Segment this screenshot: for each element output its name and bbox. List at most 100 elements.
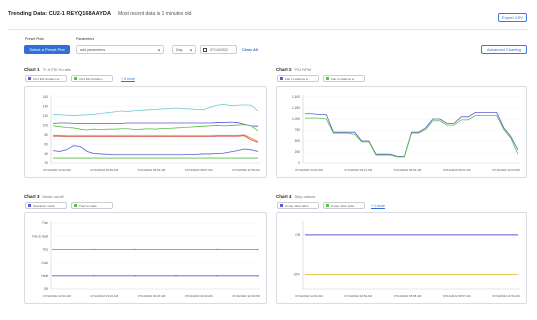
series-point — [134, 275, 136, 277]
export-csv-button[interactable]: Export CSV — [498, 13, 527, 22]
x-tick-label: 07/14/2022 06:20 AM — [138, 294, 166, 298]
y-tick-label: Heat — [41, 274, 48, 278]
series-swatch — [326, 204, 329, 207]
x-tick-label: 07/14/2022 03:10 AM — [91, 294, 119, 298]
y-tick-label: 100 — [43, 123, 49, 127]
series-point — [134, 248, 136, 251]
x-tick-label: 07/14/2022 03:01 AM — [345, 168, 373, 172]
chart3-plot: Fan Fan & heat Dry Cool Heat Off 07/14/2022 12… — [32, 221, 260, 298]
select-preset-plot-button[interactable]: Select a Preset Plot — [24, 45, 70, 54]
preset-plots-label: Preset Plots — [25, 37, 44, 41]
y-tick-label: 750 — [295, 128, 301, 132]
chart3-panel: Fan Fan & heat Dry Cool Heat Off 07/14/2022 12… — [24, 212, 267, 304]
series-point — [93, 275, 95, 277]
chip-label: Fan 1 rotations a... — [285, 76, 311, 81]
chart4-title: Chart 4 Step values — [276, 194, 315, 199]
range-select[interactable]: Day ▾ — [172, 45, 196, 54]
y-tick-label: 160 — [43, 95, 49, 99]
series-point — [175, 275, 177, 277]
y-tick-label: 20 — [44, 161, 48, 165]
chart1-series-chip-2[interactable]: CU2 kW Outdoor... — [71, 75, 113, 82]
series-point — [257, 275, 259, 277]
series-point — [52, 248, 54, 251]
chart3-series-chip-1[interactable]: Operation mode — [25, 202, 67, 209]
series-line — [52, 124, 259, 132]
y-tick-label: 40 — [44, 152, 48, 156]
chart3-series-chip-2[interactable]: Thermo state — [71, 202, 113, 209]
chart4-series-chip-2[interactable]: Unrep valve subc... — [323, 202, 365, 209]
parameters-label: Parameters — [76, 37, 95, 41]
x-tick-label: 07/14/2022 12:40 PM — [232, 294, 260, 298]
range-value: Day — [176, 47, 183, 52]
series-swatch — [28, 77, 31, 80]
x-tick-label: 07/14/2022 08:57 AM — [185, 168, 213, 172]
y-tick-label: Off — [44, 287, 48, 291]
chart2-name: Chart 2 — [276, 67, 292, 72]
chart4-series-chip-1[interactable]: Unrep valve HP/L... — [277, 202, 319, 209]
y-tick-label: OFF — [294, 273, 300, 277]
y-tick-label: Fan & heat — [32, 234, 48, 238]
y-tick-label: 500 — [295, 139, 301, 143]
x-tick-label: 07/14/2022 06:02 AM — [394, 168, 422, 172]
series-point — [216, 248, 218, 251]
x-tick-label: 07/14/2022 08:57 AM — [443, 294, 471, 298]
x-tick-label: 07/14/2022 05:59 AM — [138, 168, 166, 172]
series-swatch — [74, 204, 77, 207]
chart1-more-series-link[interactable]: + 5 more — [121, 77, 135, 81]
y-tick-label: ON — [295, 233, 300, 237]
chart3-units: Mode on/off — [42, 194, 64, 199]
series-point — [93, 248, 95, 251]
series-point — [175, 248, 177, 251]
date-picker[interactable]: 07/14/2022 — [200, 45, 237, 54]
x-tick-label: 07/14/2022 02:59 AM — [345, 294, 373, 298]
parameters-select[interactable]: add parameters ▾ — [76, 45, 164, 54]
x-tick-label: 07/14/2022 02:59 AM — [91, 168, 119, 172]
chart2-series-chip-1[interactable]: Fan 1 rotations a... — [277, 75, 319, 82]
chevron-down-icon: ▾ — [157, 47, 160, 52]
page-title: Trending Data: CU2-1 REYQ168AAYDA — [8, 11, 111, 17]
chart1-title: Chart 1 °F A PSI % ratio — [24, 67, 71, 72]
chart2-title: Chart 2 PSI RPM — [276, 67, 311, 72]
x-tick-label: 07/14/2022 11:56 AM — [232, 168, 260, 172]
page-title-row: Trending Data: CU2-1 REYQ168AAYDA Most r… — [8, 9, 191, 19]
y-tick-label: 140 — [43, 105, 49, 109]
chart2-plot: 1,500 1,250 1,000 750 500 250 0 07/14/2022 12:0… — [292, 95, 520, 172]
chart4-panel: ON OFF 07/14/2022 12:00 AM 07/14/2022 02:59… — [276, 212, 527, 304]
chart1-units: °F A PSI % ratio — [42, 67, 72, 72]
y-tick-label: Dry — [43, 248, 48, 252]
y-tick-label: 250 — [295, 150, 301, 154]
series-line — [53, 135, 259, 143]
chart1-series-chip-1[interactable]: CU1 kW Outdoor te... — [25, 75, 67, 82]
x-tick-label: 07/14/2022 12:00 AM — [295, 168, 323, 172]
chart1-name: Chart 1 — [24, 67, 40, 72]
x-tick-label: 07/14/2022 05:58 AM — [394, 294, 422, 298]
chip-label: Fan 2 rotations a... — [331, 76, 357, 81]
series-swatch — [280, 77, 283, 80]
calendar-icon — [203, 47, 207, 52]
series-swatch — [280, 204, 283, 207]
x-tick-label: 07/14/2022 11:56 AM — [492, 294, 520, 298]
chip-label: Thermo state — [79, 203, 97, 208]
chart2-units: PSI RPM — [294, 67, 311, 72]
y-tick-label: Cool — [41, 261, 48, 265]
chip-label: Operation mode — [33, 203, 55, 208]
y-tick-label: 1,250 — [292, 106, 300, 110]
y-tick-label: Fan — [43, 221, 49, 225]
series-line — [305, 115, 519, 158]
advanced-charting-button[interactable]: Advanced Charting — [481, 45, 527, 54]
series-swatch — [74, 77, 77, 80]
chart4-more-series-link[interactable]: + 1 more — [371, 204, 385, 208]
chip-label: CU1 kW Outdoor te... — [33, 76, 62, 81]
x-tick-label: 07/14/2022 12:04 PM — [492, 168, 520, 172]
y-tick-label: 1,000 — [292, 117, 300, 121]
x-tick-label: 07/14/2022 09:30 AM — [185, 294, 213, 298]
chart3-title: Chart 3 Mode on/off — [24, 194, 64, 199]
x-tick-label: 07/14/2022 09:01 AM — [443, 168, 471, 172]
clear-all-link[interactable]: Clear All — [242, 47, 258, 52]
series-point — [257, 248, 259, 251]
chart2-series-chip-2[interactable]: Fan 2 rotations a... — [323, 75, 365, 82]
series-swatch — [28, 204, 31, 207]
y-tick-label: 80 — [44, 133, 48, 137]
series-point — [52, 275, 54, 277]
x-tick-label: 07/14/2022 12:00 AM — [295, 294, 323, 298]
